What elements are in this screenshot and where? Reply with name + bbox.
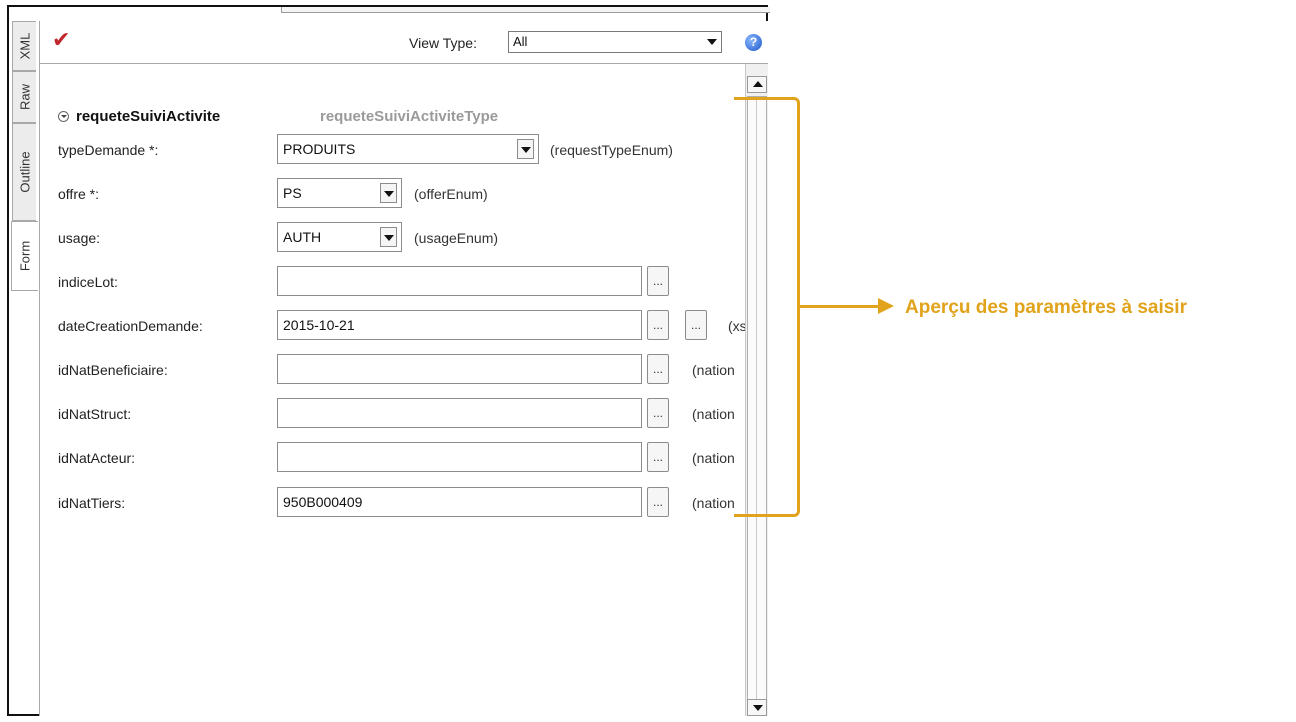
form-panel: ✔ View Type: All ? requeteSuiviActivite … <box>39 21 768 716</box>
offre-value: PS <box>283 185 302 201</box>
scroll-down-button[interactable] <box>747 699 767 716</box>
idnattiers-input[interactable]: 950B000409 <box>277 487 642 517</box>
offre-select[interactable]: PS <box>277 178 402 208</box>
usage-select[interactable]: AUTH <box>277 222 402 252</box>
idnatstruct-input[interactable] <box>277 398 642 428</box>
idnattiers-value: 950B000409 <box>283 494 363 510</box>
toolbar: ✔ View Type: All ? <box>40 21 768 63</box>
label-typedemande: typeDemande *: <box>58 142 159 158</box>
chevron-down-icon[interactable] <box>517 139 534 159</box>
annotation-label: Aperçu des paramètres à saisir <box>905 297 1187 318</box>
scroll-up-button[interactable] <box>747 76 767 93</box>
help-icon[interactable]: ? <box>745 34 762 51</box>
calendar-button[interactable]: ... <box>685 310 707 340</box>
indicelot-input[interactable] <box>277 266 642 296</box>
chevron-down-icon[interactable] <box>380 227 397 247</box>
idnatacteur-input[interactable] <box>277 442 642 472</box>
label-usage: usage: <box>58 230 101 246</box>
top-strip <box>281 7 770 13</box>
form-content: requeteSuiviActivite requeteSuiviActivit… <box>40 64 745 716</box>
form-area: requeteSuiviActivite requeteSuiviActivit… <box>40 63 768 716</box>
annotation-bracket <box>734 97 800 517</box>
hint-usage: (usageEnum) <box>414 230 499 246</box>
label-indicelot: indiceLot: <box>58 274 118 290</box>
label-datecreationdemande: dateCreationDemande: <box>58 318 203 334</box>
section-type: requeteSuiviActiviteType <box>320 108 499 125</box>
chevron-down-icon[interactable] <box>380 183 397 203</box>
label-idnattiers: idNatTiers: <box>58 495 126 511</box>
view-type-select[interactable]: All <box>508 31 722 53</box>
tab-form[interactable]: Form <box>11 221 38 291</box>
browse-button[interactable]: ... <box>647 442 669 472</box>
browse-button[interactable]: ... <box>647 398 669 428</box>
typedemande-select[interactable]: PRODUITS <box>277 134 539 164</box>
usage-value: AUTH <box>283 229 322 245</box>
idnatbeneficiaire-input[interactable] <box>277 354 642 384</box>
hint-idnatacteur: (nation <box>692 450 735 466</box>
typedemande-value: PRODUITS <box>283 141 356 157</box>
datecreationdemande-input[interactable]: 2015-10-21 <box>277 310 642 340</box>
side-tabs: XML Raw Outline Form <box>9 21 39 291</box>
arrow-right-icon <box>878 298 894 314</box>
datecreationdemande-value: 2015-10-21 <box>283 317 355 333</box>
view-type-value: All <box>513 34 528 49</box>
view-type-label: View Type: <box>409 35 477 51</box>
label-idnatbeneficiaire: idNatBeneficiaire: <box>58 362 168 378</box>
annotation-arrow-line <box>800 305 880 308</box>
tab-raw[interactable]: Raw <box>12 71 36 123</box>
browse-button[interactable]: ... <box>647 310 669 340</box>
hint-idnatstruct: (nation <box>692 406 735 422</box>
hint-offre: (offerEnum) <box>414 186 488 202</box>
browse-button[interactable]: ... <box>647 266 669 296</box>
hint-typedemande: (requestTypeEnum) <box>550 142 673 158</box>
label-idnatacteur: idNatActeur: <box>58 450 136 466</box>
hint-idnatbeneficiaire: (nation <box>692 362 735 378</box>
check-icon[interactable]: ✔ <box>52 27 70 53</box>
editor-window: XML Raw Outline Form ✔ View Type: All ? … <box>7 5 770 716</box>
label-offre: offre *: <box>58 186 99 202</box>
tab-xml[interactable]: XML <box>12 21 36 71</box>
label-idnatstruct: idNatStruct: <box>58 406 132 422</box>
chevron-down-icon <box>707 39 717 45</box>
browse-button[interactable]: ... <box>647 354 669 384</box>
collapse-icon[interactable] <box>58 111 69 122</box>
section-name: requeteSuiviActivite <box>76 108 221 125</box>
browse-button[interactable]: ... <box>647 487 669 517</box>
hint-idnattiers: (nation <box>692 495 735 511</box>
tab-outline[interactable]: Outline <box>12 123 36 221</box>
